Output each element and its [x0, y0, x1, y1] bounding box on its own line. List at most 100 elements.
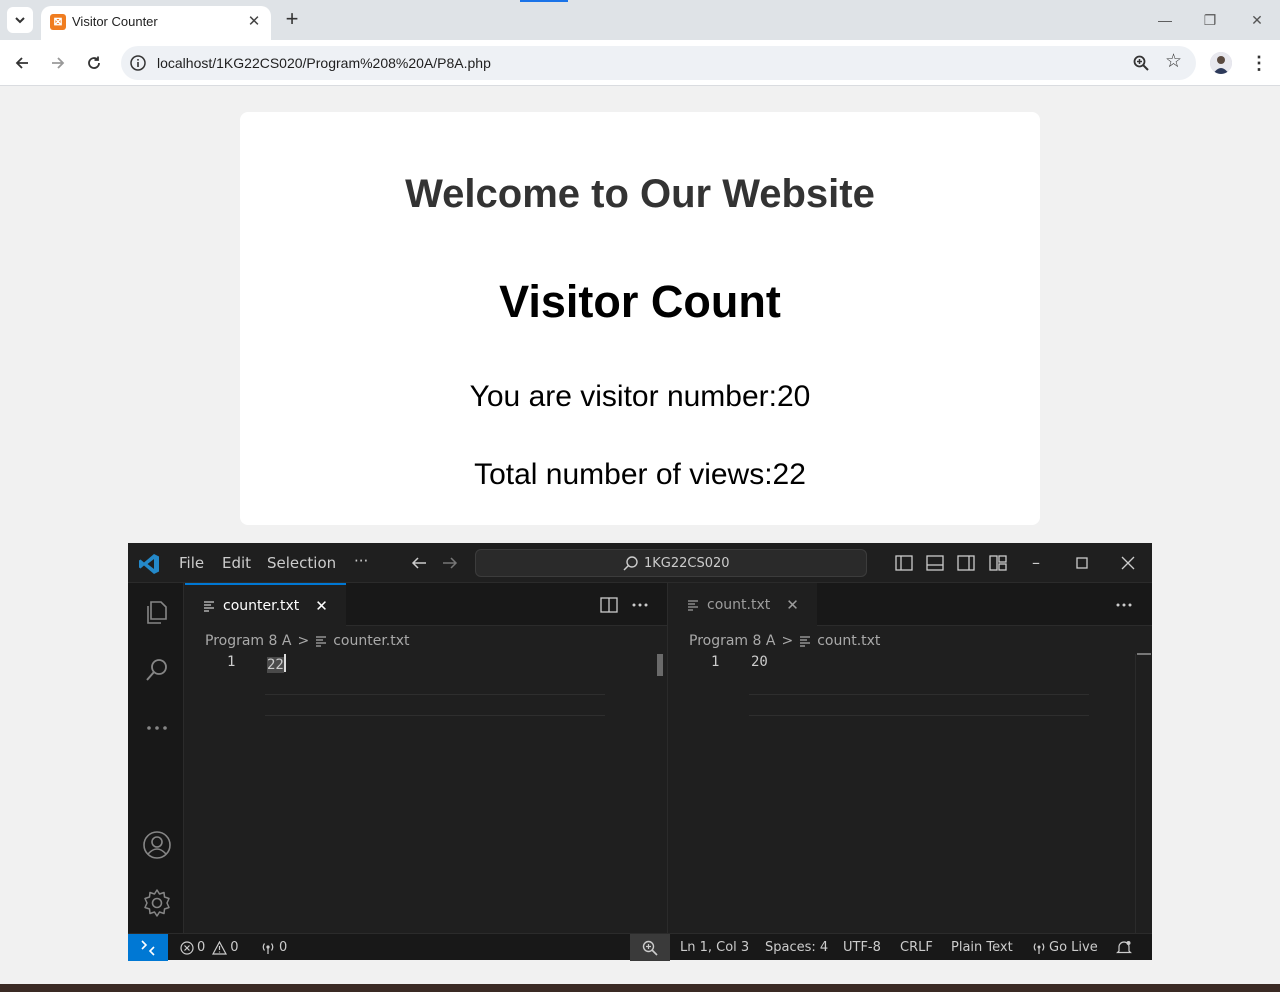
toggle-primary-sidebar-icon[interactable]: [894, 553, 914, 573]
close-tab-icon[interactable]: ✕: [245, 13, 263, 31]
close-window-button[interactable]: ✕: [1247, 10, 1267, 30]
breadcrumb-folder[interactable]: Program 8 A: [689, 633, 775, 649]
status-bar: 0 0 0 Ln 1, Col 3 Spaces: 4 UTF-8 CRLF P…: [128, 933, 1152, 961]
menu-more[interactable]: ···: [354, 552, 368, 570]
text-file-icon: [800, 636, 811, 647]
restore-window-button[interactable]: ❐: [1200, 10, 1220, 30]
close-icon[interactable]: ✕: [786, 596, 799, 614]
editor-tabbar-left: counter.txt ✕: [185, 583, 667, 626]
split-editor-icon[interactable]: [599, 595, 619, 615]
cursor-position[interactable]: Ln 1, Col 3: [680, 940, 749, 955]
tab-label: counter.txt: [223, 597, 300, 614]
editor-more-actions-icon[interactable]: [629, 595, 651, 615]
reload-icon: [88, 56, 100, 69]
url-text: localhost/1KG22CS020/Program%208%20A/P8A…: [157, 55, 491, 71]
back-button[interactable]: [9, 50, 35, 76]
toggle-secondary-sidebar-icon[interactable]: [956, 553, 976, 573]
go-live-button[interactable]: Go Live: [1032, 940, 1098, 955]
breadcrumb-file[interactable]: count.txt: [817, 633, 880, 649]
encoding[interactable]: UTF-8: [843, 940, 881, 955]
breadcrumb-file[interactable]: counter.txt: [333, 633, 409, 649]
error-icon: [180, 940, 194, 955]
editor-scrollbar[interactable]: [1137, 653, 1151, 655]
editor-group-left: counter.txt ✕ Program 8 A > counter.txt …: [185, 583, 668, 933]
editor-scrollbar-track: [1135, 654, 1136, 934]
toggle-panel-icon[interactable]: [925, 553, 945, 573]
editor-scrollbar[interactable]: [657, 654, 663, 676]
current-line-highlight: [749, 694, 1089, 716]
breadcrumb-folder[interactable]: Program 8 A: [205, 633, 291, 649]
browser-toolbar: localhost/1KG22CS020/Program%208%20A/P8A…: [0, 40, 1280, 86]
tab-search-button[interactable]: [7, 7, 33, 33]
indentation[interactable]: Spaces: 4: [765, 940, 828, 955]
profile-avatar[interactable]: [1210, 52, 1232, 74]
new-tab-button[interactable]: +: [280, 8, 304, 32]
line-number: 1: [711, 654, 720, 670]
command-center-search[interactable]: 1KG22CS020: [475, 549, 867, 577]
customize-layout-icon[interactable]: [988, 553, 1008, 573]
search-icon[interactable]: [142, 655, 172, 685]
editor-tabbar-right: count.txt ✕: [669, 583, 1152, 626]
menu-edit[interactable]: Edit: [222, 554, 251, 572]
text-cursor: [283, 654, 286, 672]
explorer-files-icon[interactable]: [142, 597, 172, 627]
editor-more-actions-icon[interactable]: [1113, 595, 1135, 615]
minimize-window-button[interactable]: —: [1155, 10, 1175, 30]
broadcast-icon: [262, 942, 274, 954]
vscode-logo-icon: [139, 554, 159, 574]
browser-menu-button[interactable]: ⋮: [1250, 52, 1268, 74]
editor-group-right: count.txt ✕ Program 8 A > count.txt 1 20: [669, 583, 1152, 934]
zoom-in-icon: [642, 940, 658, 956]
tab-title: Visitor Counter: [72, 14, 158, 29]
notifications-bell-icon[interactable]: [1116, 940, 1132, 955]
tab-counter-txt[interactable]: counter.txt ✕: [185, 583, 346, 626]
address-bar[interactable]: localhost/1KG22CS020/Program%208%20A/P8A…: [121, 46, 1196, 80]
tab-label: count.txt: [707, 596, 771, 613]
zoom-indicator[interactable]: [630, 934, 670, 961]
editor-text: 20: [751, 654, 768, 670]
ports-indicator[interactable]: 0: [260, 940, 287, 955]
forward-button[interactable]: [45, 50, 71, 76]
vscode-maximize-button[interactable]: [1072, 553, 1092, 573]
text-file-icon: [316, 636, 327, 647]
page-welcome-heading: Welcome to Our Website: [405, 172, 875, 216]
site-info-icon[interactable]: [129, 54, 147, 72]
remote-indicator[interactable]: [128, 934, 168, 961]
profile-avatar-image: [1210, 52, 1232, 74]
back-arrow-icon[interactable]: [409, 553, 429, 573]
ports-count: 0: [279, 940, 288, 955]
editor-text: 22: [267, 657, 284, 673]
close-icon[interactable]: ✕: [315, 597, 328, 615]
tab-count-txt[interactable]: count.txt ✕: [669, 583, 817, 626]
total-views-text: Total number of views:22: [474, 458, 806, 491]
problems-indicator[interactable]: 0 0: [180, 940, 239, 955]
chevron-down-icon: [15, 17, 25, 24]
reload-button[interactable]: [81, 50, 107, 76]
gear-icon[interactable]: [142, 888, 172, 918]
current-line-highlight: [265, 694, 605, 716]
warning-count: 0: [230, 940, 239, 955]
end-of-line[interactable]: CRLF: [900, 940, 933, 955]
browser-tab-visitor-counter[interactable]: ⊠ Visitor Counter ✕: [41, 6, 271, 40]
breadcrumb: Program 8 A > counter.txt: [205, 631, 410, 651]
vscode-titlebar: File Edit Selection ··· 1KG22CS020 –: [128, 543, 1152, 583]
more-views-icon[interactable]: [142, 713, 172, 743]
vscode-minimize-button[interactable]: –: [1026, 553, 1046, 573]
vscode-close-button[interactable]: [1118, 553, 1138, 573]
forward-arrow-icon[interactable]: [440, 553, 460, 573]
menu-file[interactable]: File: [179, 554, 204, 572]
windows-taskbar: [0, 984, 1280, 992]
language-mode[interactable]: Plain Text: [951, 940, 1013, 955]
chevron-right-icon: >: [297, 633, 310, 649]
menu-selection[interactable]: Selection: [267, 554, 336, 572]
text-file-icon: [688, 599, 698, 611]
editor-line[interactable]: 1 20: [669, 654, 1152, 676]
visitor-number-text: You are visitor number:20: [469, 380, 811, 413]
bookmark-star-icon[interactable]: ☆: [1165, 52, 1182, 72]
visitor-count-heading: Visitor Count: [499, 276, 781, 327]
back-arrow-icon: [15, 57, 28, 69]
loading-indicator: [520, 0, 568, 2]
editor-line[interactable]: 1 22: [185, 654, 668, 676]
zoom-icon[interactable]: [1132, 54, 1150, 72]
accounts-icon[interactable]: [142, 830, 172, 860]
